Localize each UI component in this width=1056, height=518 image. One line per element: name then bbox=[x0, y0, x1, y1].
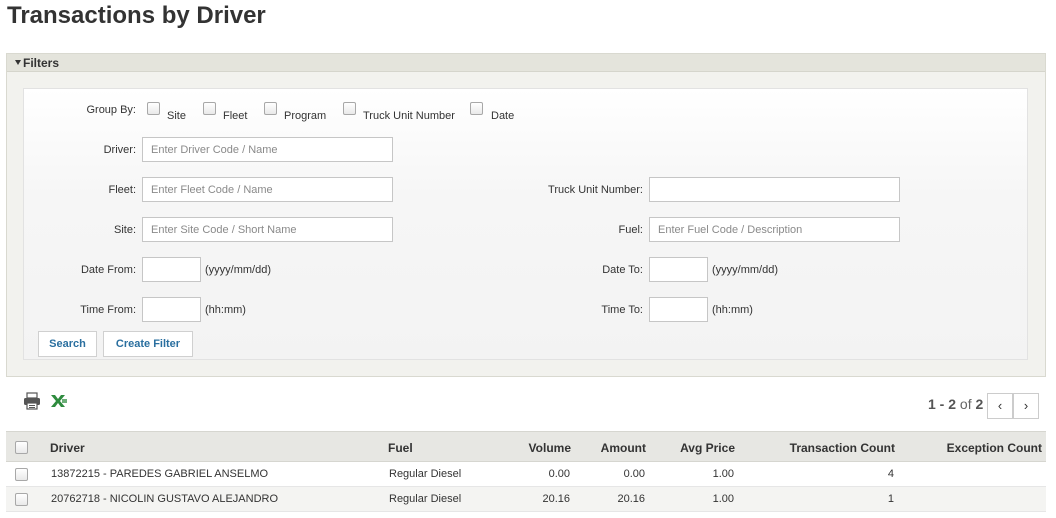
group-by-site-checkbox[interactable] bbox=[147, 102, 160, 115]
caret-down-icon bbox=[15, 60, 21, 66]
table-row[interactable]: 20762718 - NICOLIN GUSTAVO ALEJANDRO Reg… bbox=[6, 487, 1046, 512]
pager-range: 1 - 2 bbox=[928, 396, 957, 412]
time-from-hint: (hh:mm) bbox=[205, 304, 246, 316]
row-checkbox[interactable] bbox=[15, 493, 28, 506]
group-by-program-checkbox[interactable] bbox=[264, 102, 277, 115]
group-by-truck-unit-label: Truck Unit Number bbox=[363, 110, 455, 122]
column-header-fuel[interactable]: Fuel bbox=[388, 441, 413, 455]
pager-of: of bbox=[959, 396, 972, 412]
create-filter-button[interactable]: Create Filter bbox=[103, 331, 193, 357]
cell-driver: 20762718 - NICOLIN GUSTAVO ALEJANDRO bbox=[51, 493, 279, 505]
site-input[interactable] bbox=[142, 217, 393, 242]
filters-toggle[interactable]: Filters bbox=[7, 54, 1045, 72]
cell-amount: 0.00 bbox=[623, 468, 645, 480]
time-to-hint: (hh:mm) bbox=[712, 304, 753, 316]
filters-panel: Filters Group By: Site Fleet Program Tru… bbox=[6, 53, 1046, 377]
table-row[interactable]: 13872215 - PAREDES GABRIEL ANSELMO Regul… bbox=[6, 462, 1046, 487]
time-from-label: Time From: bbox=[80, 304, 136, 316]
search-button[interactable]: Search bbox=[38, 331, 97, 357]
group-by-date-checkbox[interactable] bbox=[470, 102, 483, 115]
pager-info: 1 - 2 of 2 bbox=[928, 396, 983, 412]
column-header-exception-count[interactable]: Exception Count bbox=[906, 441, 1042, 455]
cell-avg-price: 1.00 bbox=[712, 493, 734, 505]
cell-transaction-count: 1 bbox=[887, 493, 894, 505]
group-by-date-label: Date bbox=[491, 110, 515, 122]
time-from-input[interactable] bbox=[142, 297, 201, 322]
cell-fuel: Regular Diesel bbox=[389, 468, 462, 480]
date-to-label: Date To: bbox=[602, 264, 643, 276]
cell-transaction-count: 4 bbox=[887, 468, 894, 480]
fleet-label: Fleet: bbox=[108, 184, 136, 196]
truck-unit-number-label: Truck Unit Number: bbox=[548, 184, 643, 196]
driver-input[interactable] bbox=[142, 137, 393, 162]
table-header: Driver Fuel Volume Amount Avg Price Tran… bbox=[6, 431, 1046, 462]
group-by-program-label: Program bbox=[284, 110, 327, 122]
pager-prev-button[interactable]: ‹ bbox=[987, 393, 1013, 419]
fuel-label: Fuel: bbox=[618, 224, 643, 236]
truck-unit-number-input[interactable] bbox=[649, 177, 900, 202]
chevron-right-icon: › bbox=[1023, 398, 1029, 413]
date-from-input[interactable] bbox=[142, 257, 201, 282]
cell-fuel: Regular Diesel bbox=[389, 493, 462, 505]
page-title: Transactions by Driver bbox=[7, 2, 266, 29]
column-header-amount[interactable]: Amount bbox=[576, 441, 646, 455]
row-checkbox[interactable] bbox=[15, 468, 28, 481]
site-label: Site: bbox=[113, 224, 136, 236]
date-from-hint: (yyyy/mm/dd) bbox=[205, 264, 271, 276]
pager-total: 2 bbox=[975, 396, 984, 412]
column-header-transaction-count[interactable]: Transaction Count bbox=[746, 441, 895, 455]
cell-volume: 0.00 bbox=[548, 468, 570, 480]
cell-amount: 20.16 bbox=[617, 493, 645, 505]
filters-header-label: Filters bbox=[23, 56, 60, 70]
fuel-input[interactable] bbox=[649, 217, 900, 242]
cell-avg-price: 1.00 bbox=[712, 468, 734, 480]
printer-icon[interactable] bbox=[23, 392, 41, 413]
cell-driver: 13872215 - PAREDES GABRIEL ANSELMO bbox=[51, 468, 269, 480]
excel-export-icon[interactable] bbox=[50, 393, 68, 412]
select-all-checkbox[interactable] bbox=[15, 441, 28, 454]
driver-label: Driver: bbox=[103, 144, 136, 156]
date-to-hint: (yyyy/mm/dd) bbox=[712, 264, 778, 276]
date-from-label: Date From: bbox=[80, 264, 136, 276]
date-to-input[interactable] bbox=[649, 257, 708, 282]
chevron-left-icon: ‹ bbox=[997, 398, 1003, 413]
column-header-avg-price[interactable]: Avg Price bbox=[656, 441, 735, 455]
pager-next-button[interactable]: › bbox=[1013, 393, 1039, 419]
group-by-label: Group By: bbox=[86, 104, 136, 116]
filters-form: Group By: Site Fleet Program Truck Unit … bbox=[23, 88, 1028, 360]
column-header-volume[interactable]: Volume bbox=[502, 441, 571, 455]
group-by-fleet-label: Fleet bbox=[223, 110, 248, 122]
cell-volume: 20.16 bbox=[542, 493, 570, 505]
time-to-input[interactable] bbox=[649, 297, 708, 322]
group-by-truck-unit-checkbox[interactable] bbox=[343, 102, 356, 115]
fleet-input[interactable] bbox=[142, 177, 393, 202]
time-to-label: Time To: bbox=[601, 304, 643, 316]
group-by-fleet-checkbox[interactable] bbox=[203, 102, 216, 115]
column-header-driver[interactable]: Driver bbox=[50, 441, 85, 455]
group-by-site-label: Site bbox=[167, 110, 186, 122]
